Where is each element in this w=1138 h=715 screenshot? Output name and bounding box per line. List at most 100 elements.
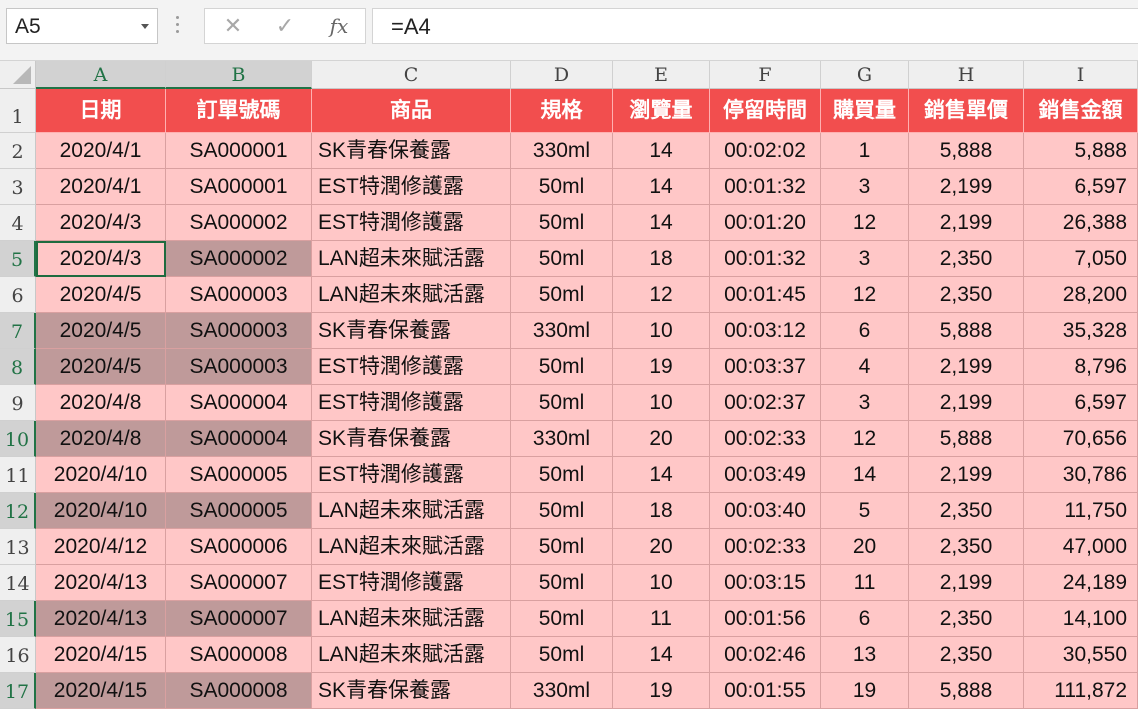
table-cell[interactable]: 50ml bbox=[511, 385, 613, 421]
table-cell[interactable]: 00:02:02 bbox=[710, 133, 821, 169]
table-cell[interactable]: 14,100 bbox=[1024, 601, 1138, 637]
table-cell[interactable]: SK青春保養露 bbox=[312, 133, 511, 169]
table-cell[interactable]: 50ml bbox=[511, 457, 613, 493]
column-header-h[interactable]: H bbox=[909, 61, 1024, 89]
table-cell[interactable]: 20 bbox=[613, 529, 710, 565]
header-cell[interactable]: 規格 bbox=[511, 89, 613, 133]
row-header-6[interactable]: 6 bbox=[0, 277, 36, 313]
row-header-13[interactable]: 13 bbox=[0, 529, 36, 565]
table-cell[interactable]: 14 bbox=[821, 457, 909, 493]
table-cell[interactable]: SA000003 bbox=[166, 313, 312, 349]
table-cell[interactable]: 18 bbox=[613, 493, 710, 529]
table-cell[interactable]: 14 bbox=[613, 457, 710, 493]
table-cell[interactable]: SA000007 bbox=[166, 601, 312, 637]
enter-icon[interactable]: ✓ bbox=[271, 13, 299, 39]
header-cell[interactable]: 停留時間 bbox=[710, 89, 821, 133]
table-cell[interactable]: 50ml bbox=[511, 277, 613, 313]
header-cell[interactable]: 銷售金額 bbox=[1024, 89, 1138, 133]
header-cell[interactable]: 訂單號碼 bbox=[166, 89, 312, 133]
table-cell[interactable]: 20 bbox=[821, 529, 909, 565]
table-cell[interactable]: SA000008 bbox=[166, 637, 312, 673]
row-header-2[interactable]: 2 bbox=[0, 133, 36, 169]
table-cell[interactable]: 00:02:46 bbox=[710, 637, 821, 673]
table-cell[interactable]: 00:03:49 bbox=[710, 457, 821, 493]
table-cell[interactable]: 2020/4/8 bbox=[36, 421, 166, 457]
drag-handle-icon[interactable] bbox=[176, 16, 180, 36]
table-cell[interactable]: 2020/4/12 bbox=[36, 529, 166, 565]
chevron-down-icon[interactable] bbox=[141, 24, 149, 29]
row-header-12[interactable]: 12 bbox=[0, 493, 36, 529]
table-cell[interactable]: 3 bbox=[821, 385, 909, 421]
table-cell[interactable]: LAN超未來賦活露 bbox=[312, 637, 511, 673]
table-cell[interactable]: 50ml bbox=[511, 601, 613, 637]
name-box[interactable]: A5 bbox=[6, 8, 158, 44]
table-cell[interactable]: 2020/4/13 bbox=[36, 601, 166, 637]
table-cell[interactable]: 10 bbox=[613, 385, 710, 421]
table-cell[interactable]: 2,199 bbox=[909, 457, 1024, 493]
table-cell[interactable]: 11 bbox=[821, 565, 909, 601]
table-cell[interactable]: SA000005 bbox=[166, 493, 312, 529]
row-header-17[interactable]: 17 bbox=[0, 673, 36, 709]
table-cell[interactable]: 2020/4/10 bbox=[36, 493, 166, 529]
table-cell[interactable]: 2,350 bbox=[909, 637, 1024, 673]
table-cell[interactable]: 6 bbox=[821, 313, 909, 349]
table-cell[interactable]: 50ml bbox=[511, 241, 613, 277]
table-cell[interactable]: SK青春保養露 bbox=[312, 421, 511, 457]
row-header-14[interactable]: 14 bbox=[0, 565, 36, 601]
table-cell[interactable]: 2020/4/15 bbox=[36, 637, 166, 673]
table-cell[interactable]: 00:01:20 bbox=[710, 205, 821, 241]
table-cell[interactable]: EST特潤修護露 bbox=[312, 457, 511, 493]
table-cell[interactable]: 5 bbox=[821, 493, 909, 529]
table-cell[interactable]: 12 bbox=[821, 277, 909, 313]
table-cell[interactable]: EST特潤修護露 bbox=[312, 205, 511, 241]
table-cell[interactable]: 50ml bbox=[511, 205, 613, 241]
table-cell[interactable]: 14 bbox=[613, 133, 710, 169]
table-cell[interactable]: 70,656 bbox=[1024, 421, 1138, 457]
table-cell[interactable]: 330ml bbox=[511, 673, 613, 709]
table-cell[interactable]: 2020/4/3 bbox=[36, 205, 166, 241]
table-cell[interactable]: 26,388 bbox=[1024, 205, 1138, 241]
table-cell[interactable]: 13 bbox=[821, 637, 909, 673]
table-cell[interactable]: 2,199 bbox=[909, 349, 1024, 385]
table-cell[interactable]: 2020/4/8 bbox=[36, 385, 166, 421]
header-cell[interactable]: 銷售單價 bbox=[909, 89, 1024, 133]
table-cell[interactable]: 28,200 bbox=[1024, 277, 1138, 313]
table-cell[interactable]: 5,888 bbox=[909, 673, 1024, 709]
header-cell[interactable]: 商品 bbox=[312, 89, 511, 133]
column-header-d[interactable]: D bbox=[511, 61, 613, 89]
table-cell[interactable]: 2,350 bbox=[909, 277, 1024, 313]
table-cell[interactable]: 14 bbox=[613, 205, 710, 241]
table-cell[interactable]: 00:01:55 bbox=[710, 673, 821, 709]
table-cell[interactable]: 2,350 bbox=[909, 493, 1024, 529]
column-header-a[interactable]: A bbox=[36, 61, 166, 89]
table-cell[interactable]: SA000003 bbox=[166, 277, 312, 313]
table-cell[interactable]: EST特潤修護露 bbox=[312, 349, 511, 385]
table-cell[interactable]: 50ml bbox=[511, 529, 613, 565]
table-cell[interactable]: 2020/4/5 bbox=[36, 313, 166, 349]
table-cell[interactable]: 00:01:32 bbox=[710, 169, 821, 205]
table-cell[interactable]: 2020/4/13 bbox=[36, 565, 166, 601]
table-cell[interactable]: 18 bbox=[613, 241, 710, 277]
table-cell[interactable]: 111,872 bbox=[1024, 673, 1138, 709]
table-cell[interactable]: 35,328 bbox=[1024, 313, 1138, 349]
column-header-f[interactable]: F bbox=[710, 61, 821, 89]
header-cell[interactable]: 購買量 bbox=[821, 89, 909, 133]
table-cell[interactable]: 00:03:12 bbox=[710, 313, 821, 349]
row-header-3[interactable]: 3 bbox=[0, 169, 36, 205]
row-header-7[interactable]: 7 bbox=[0, 313, 36, 349]
table-cell[interactable]: SA000002 bbox=[166, 241, 312, 277]
table-cell[interactable]: 8,796 bbox=[1024, 349, 1138, 385]
table-cell[interactable]: 00:02:33 bbox=[710, 421, 821, 457]
table-cell[interactable]: 2,199 bbox=[909, 205, 1024, 241]
table-cell[interactable]: 00:01:32 bbox=[710, 241, 821, 277]
table-cell[interactable]: 14 bbox=[613, 169, 710, 205]
table-cell[interactable]: 50ml bbox=[511, 169, 613, 205]
table-cell[interactable]: 11,750 bbox=[1024, 493, 1138, 529]
table-cell[interactable]: 2020/4/5 bbox=[36, 277, 166, 313]
table-cell[interactable]: EST特潤修護露 bbox=[312, 385, 511, 421]
table-cell[interactable]: 2,350 bbox=[909, 241, 1024, 277]
table-cell[interactable]: 2020/4/3 bbox=[36, 241, 166, 277]
column-header-c[interactable]: C bbox=[312, 61, 511, 89]
table-cell[interactable]: 2020/4/1 bbox=[36, 169, 166, 205]
table-cell[interactable]: 00:03:15 bbox=[710, 565, 821, 601]
